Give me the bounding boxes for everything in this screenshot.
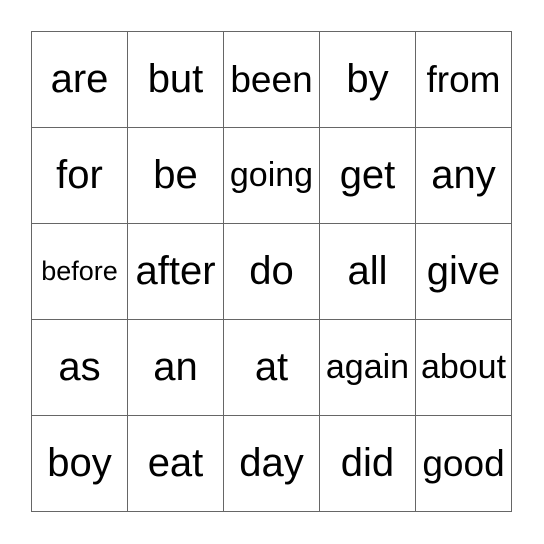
bingo-cell-word: after <box>135 248 216 293</box>
bingo-cell-word: any <box>431 152 496 197</box>
bingo-cell-word: good <box>422 442 505 484</box>
bingo-grid: are but been by from for be going get an… <box>31 31 512 512</box>
bingo-cell-word: get <box>339 152 396 197</box>
bingo-cell[interactable]: get <box>320 128 416 224</box>
bingo-cell-word: an <box>153 344 198 389</box>
bingo-cell-word: do <box>249 248 294 293</box>
bingo-cell[interactable]: all <box>320 224 416 320</box>
bingo-cell[interactable]: give <box>416 224 512 320</box>
bingo-cell-word: are <box>50 56 109 101</box>
bingo-cell[interactable]: but <box>128 32 224 128</box>
bingo-cell-word: from <box>426 58 501 100</box>
bingo-cell[interactable]: from <box>416 32 512 128</box>
bingo-cell[interactable]: after <box>128 224 224 320</box>
bingo-cell-word: again <box>325 348 410 387</box>
bingo-cell-word: been <box>230 58 313 100</box>
bingo-cell-word: at <box>254 344 289 389</box>
bingo-cell[interactable]: going <box>224 128 320 224</box>
bingo-cell-word: before <box>41 255 118 286</box>
bingo-cell[interactable]: at <box>224 320 320 416</box>
bingo-cell-word: day <box>239 440 304 485</box>
bingo-cell[interactable]: do <box>224 224 320 320</box>
bingo-cell[interactable]: again <box>320 320 416 416</box>
bingo-cell-word: for <box>56 152 103 197</box>
bingo-cell-word: eat <box>147 440 204 485</box>
bingo-cell[interactable]: before <box>32 224 128 320</box>
bingo-cell-word: as <box>58 344 101 389</box>
bingo-cell-word: be <box>153 152 198 197</box>
bingo-cell[interactable]: are <box>32 32 128 128</box>
bingo-cell[interactable]: an <box>128 320 224 416</box>
bingo-cell-word: boy <box>47 440 112 485</box>
bingo-cell[interactable]: good <box>416 416 512 512</box>
bingo-cell[interactable]: did <box>320 416 416 512</box>
bingo-card-page: are but been by from for be going get an… <box>0 0 544 544</box>
bingo-cell[interactable]: as <box>32 320 128 416</box>
bingo-cell[interactable]: about <box>416 320 512 416</box>
bingo-cell[interactable]: any <box>416 128 512 224</box>
bingo-cell[interactable]: eat <box>128 416 224 512</box>
bingo-cell[interactable]: be <box>128 128 224 224</box>
bingo-cell-word: about <box>420 348 507 387</box>
bingo-cell[interactable]: been <box>224 32 320 128</box>
bingo-cell[interactable]: boy <box>32 416 128 512</box>
bingo-cell-word: give <box>426 248 501 293</box>
bingo-cell[interactable]: by <box>320 32 416 128</box>
bingo-cell-word: but <box>147 56 204 101</box>
bingo-cell-word: going <box>229 156 314 195</box>
bingo-cell[interactable]: day <box>224 416 320 512</box>
bingo-cell-word: did <box>340 440 395 485</box>
bingo-cell-word: all <box>347 248 388 293</box>
bingo-cell[interactable]: for <box>32 128 128 224</box>
bingo-cell-word: by <box>346 56 389 101</box>
